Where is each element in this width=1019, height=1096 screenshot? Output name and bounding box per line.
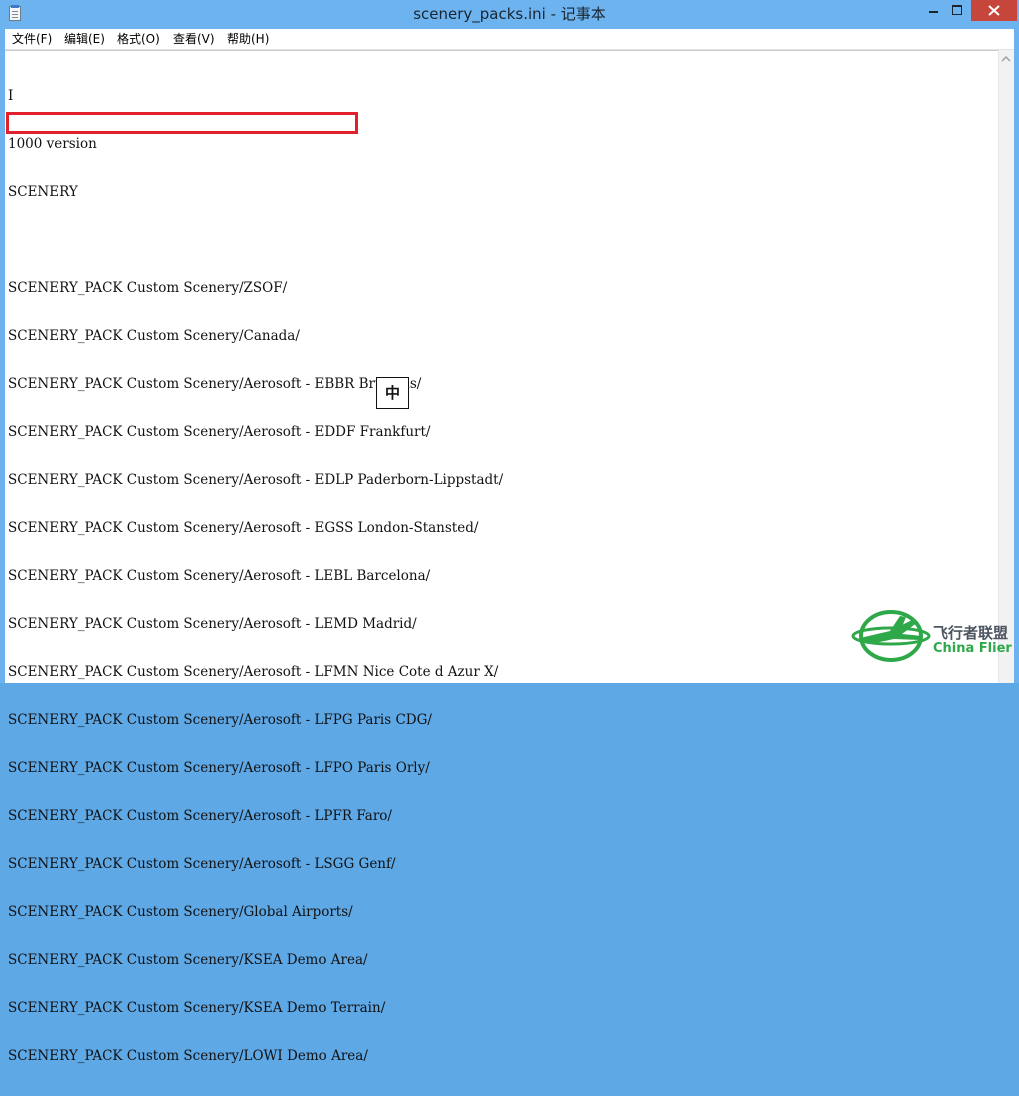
watermark-logo: 飞行者联盟 China Flier [850, 606, 1019, 666]
window-title: scenery_packs.ini - 记事本 [413, 5, 606, 23]
menu-bar: 文件(F) 编辑(E) 格式(O) 查看(V) 帮助(H) [5, 29, 1014, 50]
minimize-button[interactable] [920, 0, 946, 21]
text-line: SCENERY_PACK Custom Scenery/Aerosoft - L… [8, 760, 430, 776]
text-line: SCENERY_PACK Custom Scenery/Canada/ [8, 328, 300, 344]
text-line: 1000 version [8, 136, 97, 152]
menu-help[interactable]: 帮助(H) [220, 29, 276, 49]
title-bar[interactable]: scenery_packs.ini - 记事本 [0, 0, 1019, 29]
text-line: I [8, 88, 14, 104]
text-line: SCENERY_PACK Custom Scenery/Aerosoft - L… [8, 616, 417, 632]
text-line: SCENERY_PACK Custom Scenery/Aerosoft - L… [8, 712, 432, 728]
close-icon [988, 5, 1000, 16]
text-line: SCENERY_PACK Custom Scenery/LOWI Demo Ar… [8, 1048, 368, 1064]
close-button[interactable] [971, 0, 1017, 21]
text-line: SCENERY_PACK Custom Scenery/Aerosoft - E… [8, 424, 431, 440]
maximize-button[interactable] [944, 0, 970, 21]
plane-globe-icon [851, 610, 931, 662]
menu-edit[interactable]: 编辑(E) [57, 29, 112, 49]
menu-view[interactable]: 查看(V) [166, 29, 222, 49]
text-line: SCENERY_PACK Custom Scenery/Aerosoft - E… [8, 520, 479, 536]
chevron-up-icon[interactable] [1001, 55, 1011, 63]
text-editor[interactable]: I 1000 version SCENERY SCENERY_PACK Cust… [5, 50, 998, 1064]
text-line: SCENERY_PACK Custom Scenery/ZSOF/ [8, 280, 288, 296]
text-line: SCENERY_PACK Custom Scenery/KSEA Demo Te… [8, 1000, 386, 1016]
text-line: SCENERY_PACK Custom Scenery/Aerosoft - L… [8, 664, 499, 680]
text-line: SCENERY_PACK Custom Scenery/Aerosoft - L… [8, 856, 396, 872]
watermark-english: China Flier [933, 641, 1012, 656]
vertical-scrollbar[interactable] [998, 50, 1014, 683]
text-line: SCENERY_PACK Custom Scenery/KSEA Demo Ar… [8, 952, 368, 968]
document-text[interactable]: I 1000 version SCENERY SCENERY_PACK Cust… [8, 56, 503, 1096]
text-line: SCENERY_PACK Custom Scenery/Aerosoft - L… [8, 808, 392, 824]
watermark-chinese: 飞行者联盟 [933, 624, 1009, 642]
menu-format[interactable]: 格式(O) [110, 29, 167, 49]
text-line: SCENERY_PACK Custom Scenery/Aerosoft - L… [8, 568, 431, 584]
text-line: SCENERY_PACK Custom Scenery/Aerosoft - E… [8, 376, 422, 392]
highlight-annotation [6, 112, 358, 134]
menu-file[interactable]: 文件(F) [5, 29, 59, 49]
notepad-window: scenery_packs.ini - 记事本 文件(F) 编辑(E) 格式(O… [0, 0, 1019, 1064]
text-line: SCENERY [8, 184, 78, 200]
text-line: SCENERY_PACK Custom Scenery/Aerosoft - E… [8, 472, 504, 488]
client-area: 文件(F) 编辑(E) 格式(O) 查看(V) 帮助(H) I 1000 ver… [5, 29, 1014, 1064]
text-line: SCENERY_PACK Custom Scenery/Global Airpo… [8, 904, 353, 920]
text-line [8, 232, 503, 248]
ime-mode-indicator[interactable]: 中 [376, 377, 409, 409]
